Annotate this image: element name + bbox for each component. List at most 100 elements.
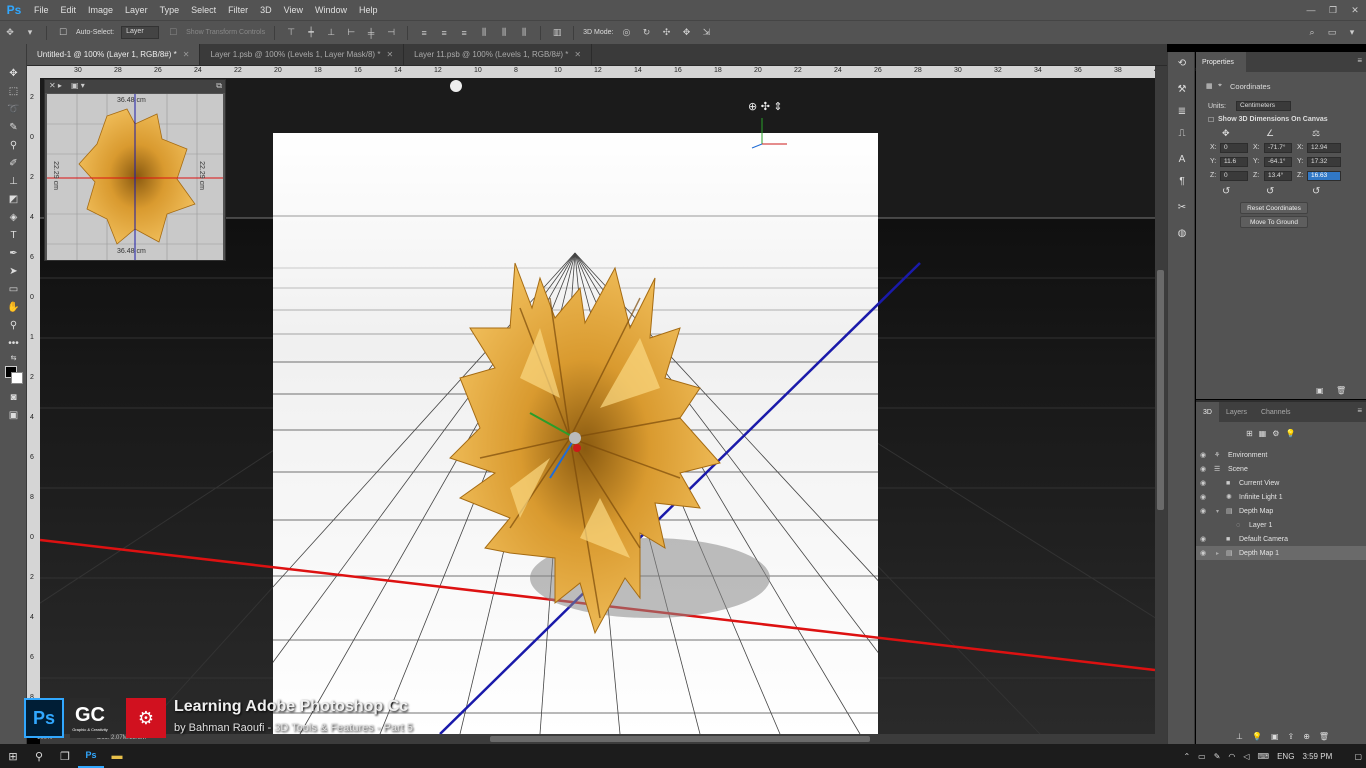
eye-icon[interactable]: ◉ bbox=[1200, 507, 1210, 515]
color-swatches[interactable] bbox=[0, 364, 27, 388]
move-tool-icon[interactable]: ✥ bbox=[3, 27, 17, 39]
menu-type[interactable]: Type bbox=[154, 0, 186, 20]
align-left-icon[interactable]: ⊢ bbox=[344, 27, 358, 39]
restore-icon[interactable]: ❐ bbox=[1322, 0, 1344, 20]
menu-layer[interactable]: Layer bbox=[119, 0, 154, 20]
notifications-icon[interactable]: ▢ bbox=[1350, 752, 1366, 761]
horizontal-scroll-thumb[interactable] bbox=[490, 736, 870, 742]
3d-item-default-camera[interactable]: ◉ ■ Default Camera bbox=[1196, 532, 1366, 546]
rot-x-field[interactable]: -71.7° bbox=[1264, 143, 1292, 153]
search-icon[interactable]: ⚲ bbox=[26, 744, 52, 768]
quick-mask-icon[interactable]: ◙ bbox=[0, 388, 27, 406]
eye-icon[interactable]: ◉ bbox=[1200, 479, 1210, 487]
clone-source-icon[interactable]: ⎍ bbox=[1168, 122, 1196, 144]
pos-z-field[interactable]: 0 bbox=[1220, 171, 1248, 181]
volume-icon[interactable]: ◁ bbox=[1239, 752, 1253, 761]
light-widget-icon[interactable] bbox=[450, 80, 462, 92]
auto-select-checkbox[interactable]: ☐ bbox=[56, 27, 70, 39]
align-right-icon[interactable]: ⊣ bbox=[384, 27, 398, 39]
reset-scale-icon[interactable]: ↺ bbox=[1312, 186, 1320, 197]
new-light-icon[interactable]: 💡 bbox=[1252, 732, 1262, 741]
3d-item-depth-map-1[interactable]: ◉ ▸ ▤ Depth Map 1 bbox=[1196, 546, 1366, 560]
whole-scene-filter-icon[interactable]: ⊞ bbox=[1246, 429, 1253, 438]
tab-3d[interactable]: 3D bbox=[1196, 402, 1219, 422]
pos-y-field[interactable]: 11.6 bbox=[1220, 157, 1248, 167]
workspace-dropdown-icon[interactable]: ▾ bbox=[1345, 26, 1359, 38]
move-tool-icon[interactable]: ✥ bbox=[0, 64, 27, 82]
rot-z-field[interactable]: 13.4° bbox=[1264, 171, 1292, 181]
auto-select-dropdown[interactable]: Layer bbox=[121, 26, 160, 39]
orbit-3d-icon[interactable]: ◎ bbox=[619, 27, 633, 39]
swap-colors-icon[interactable]: ⇆ bbox=[0, 352, 27, 364]
delete-icon[interactable]: 🗑 bbox=[1319, 732, 1329, 741]
distribute-top-icon[interactable]: ≡ bbox=[417, 27, 431, 39]
paragraph-icon[interactable]: ¶ bbox=[1168, 170, 1196, 192]
marquee-tool-icon[interactable]: ⬚ bbox=[0, 82, 27, 100]
menu-filter[interactable]: Filter bbox=[222, 0, 254, 20]
task-view-icon[interactable]: ❐ bbox=[52, 744, 78, 768]
render-icon[interactable]: ▣ bbox=[1316, 386, 1324, 395]
adjustments-icon[interactable]: ⚒ bbox=[1168, 78, 1196, 100]
eye-icon[interactable]: ◉ bbox=[1200, 451, 1210, 459]
quick-select-tool-icon[interactable]: ✎ bbox=[0, 118, 27, 136]
type-tool-icon[interactable]: T bbox=[0, 226, 27, 244]
screen-mode-icon[interactable]: ▣ bbox=[0, 406, 27, 424]
distribute-right-icon[interactable]: ⫼ bbox=[517, 27, 531, 39]
drag-3d-icon[interactable]: ✣ bbox=[659, 27, 673, 39]
distribute-vcenter-icon[interactable]: ≡ bbox=[437, 27, 451, 39]
3d-item-infinite-light[interactable]: ◉ ✺ Infinite Light 1 bbox=[1196, 490, 1366, 504]
eye-icon[interactable]: ◉ bbox=[1200, 465, 1210, 473]
pos-x-field[interactable]: 0 bbox=[1220, 143, 1248, 153]
path-select-tool-icon[interactable]: ➤ bbox=[0, 262, 27, 280]
meshes-filter-icon[interactable]: ▦ bbox=[1259, 429, 1267, 438]
units-select[interactable]: Centimeters bbox=[1236, 101, 1291, 111]
windows-start-icon[interactable]: ⊞ bbox=[0, 744, 26, 768]
language-indicator[interactable]: ENG bbox=[1273, 752, 1298, 761]
more-tools-icon[interactable]: ••• bbox=[0, 334, 27, 352]
brush-tool-icon[interactable]: ✐ bbox=[0, 154, 27, 172]
menu-file[interactable]: File bbox=[28, 0, 55, 20]
tab-untitled-1[interactable]: Untitled-1 @ 100% (Layer 1, RGB/8#) * ✕ bbox=[27, 44, 201, 65]
properties-icon[interactable]: ≣ bbox=[1168, 100, 1196, 122]
mesh-tab-icon[interactable]: ▦ bbox=[1206, 82, 1213, 90]
show-transform-checkbox[interactable]: ☐ bbox=[166, 27, 180, 39]
menu-view[interactable]: View bbox=[278, 0, 309, 20]
swap-view-icon[interactable]: ⧉ bbox=[216, 81, 222, 91]
coordinates-tab-icon[interactable]: ⌖ bbox=[1218, 82, 1222, 90]
menu-image[interactable]: Image bbox=[82, 0, 119, 20]
scale-y-field[interactable]: 17.32 bbox=[1307, 157, 1341, 167]
file-explorer-icon[interactable]: ▬ bbox=[104, 744, 130, 768]
3d-item-environment[interactable]: ◉ ⚘ Environment bbox=[1196, 448, 1366, 462]
auto-align-icon[interactable]: ▥ bbox=[550, 27, 564, 39]
menu-help[interactable]: Help bbox=[353, 0, 384, 20]
tool-presets-icon[interactable]: ✂ bbox=[1168, 196, 1196, 218]
tab-channels[interactable]: Channels bbox=[1254, 402, 1298, 422]
roll-3d-icon[interactable]: ↻ bbox=[639, 27, 653, 39]
chevron-right-icon[interactable]: ▸ bbox=[1216, 550, 1224, 557]
scale-z-field[interactable]: 16.63 bbox=[1307, 171, 1341, 181]
clock[interactable]: 3:59 PM bbox=[1298, 752, 1350, 761]
tray-chevron-icon[interactable]: ⌃ bbox=[1179, 752, 1194, 761]
network-icon[interactable]: ▭ bbox=[1194, 752, 1210, 761]
eraser-tool-icon[interactable]: ◩ bbox=[0, 190, 27, 208]
close-icon[interactable]: ✕ bbox=[386, 50, 393, 59]
lasso-tool-icon[interactable]: ➰ bbox=[0, 100, 27, 118]
eye-icon[interactable]: ◉ bbox=[1200, 535, 1210, 543]
zoom-tool-icon[interactable]: ⚲ bbox=[0, 316, 27, 334]
rot-y-field[interactable]: -64.1° bbox=[1264, 157, 1292, 167]
3d-item-depth-map[interactable]: ◉ ▾ ▤ Depth Map bbox=[1196, 504, 1366, 518]
tab-layers[interactable]: Layers bbox=[1219, 402, 1254, 422]
eyedropper-tool-icon[interactable]: ⚲ bbox=[0, 136, 27, 154]
show-dims-checkbox[interactable]: ☐ bbox=[1208, 116, 1214, 124]
distribute-hcenter-icon[interactable]: ⫼ bbox=[497, 27, 511, 39]
menu-3d[interactable]: 3D bbox=[254, 0, 278, 20]
search-icon[interactable]: ⌕ bbox=[1305, 26, 1319, 38]
3d-item-current-view[interactable]: ◉ ■ Current View bbox=[1196, 476, 1366, 490]
tab-layer-11-psb[interactable]: Layer 11.psb @ 100% (Levels 1, RGB/8#) *… bbox=[404, 44, 593, 65]
align-vcenter-icon[interactable]: ┿ bbox=[304, 27, 318, 39]
distribute-bottom-icon[interactable]: ≡ bbox=[457, 27, 471, 39]
align-top-icon[interactable]: ⊤ bbox=[284, 27, 298, 39]
distribute-left-icon[interactable]: ⫼ bbox=[477, 27, 491, 39]
vertical-scroll-thumb[interactable] bbox=[1157, 270, 1164, 510]
panel-menu-icon[interactable]: ≡ bbox=[1357, 56, 1362, 65]
